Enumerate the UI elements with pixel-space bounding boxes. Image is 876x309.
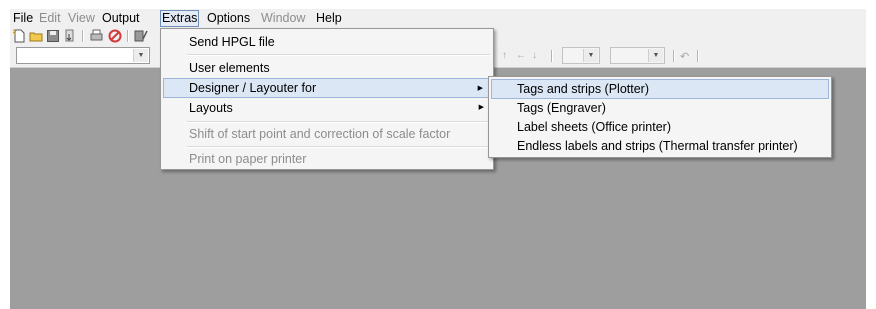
- font-combo[interactable]: ▼: [16, 47, 150, 64]
- menu-item-label: Designer / Layouter for: [189, 81, 317, 95]
- new-file-icon[interactable]: [12, 29, 26, 43]
- menu-item-send-hpgl[interactable]: Send HPGL file: [163, 32, 491, 52]
- arrow-up-icon[interactable]: ↑: [502, 50, 507, 61]
- save-icon[interactable]: [46, 29, 60, 43]
- undo-icon[interactable]: ↶: [680, 50, 689, 63]
- toolbar-separator: [82, 30, 84, 42]
- menu-separator: [187, 121, 490, 123]
- menu-item-label: Layouts: [189, 101, 233, 115]
- menu-item-designer-layouter[interactable]: Designer / Layouter for ▶: [163, 78, 491, 98]
- stop-icon[interactable]: [108, 29, 122, 43]
- menu-extras[interactable]: Extras: [160, 10, 200, 27]
- style-combo[interactable]: ▼: [610, 47, 665, 64]
- menu-file[interactable]: File: [13, 11, 33, 26]
- designer-submenu: Tags and strips (Plotter) Tags (Engraver…: [488, 76, 832, 158]
- menu-bar: File Edit View Output Extras Options Win…: [10, 9, 866, 28]
- toolbar-separator: [673, 50, 675, 62]
- chevron-down-icon[interactable]: ▼: [583, 49, 598, 62]
- menu-separator: [187, 146, 490, 148]
- import-icon[interactable]: [63, 29, 77, 43]
- submenu-item-endless-labels[interactable]: Endless labels and strips (Thermal trans…: [491, 136, 829, 156]
- size-combo[interactable]: ▼: [562, 47, 600, 64]
- menu-view[interactable]: View: [68, 11, 95, 26]
- edit-icon[interactable]: [134, 29, 148, 43]
- menu-item-shift-start-point[interactable]: Shift of start point and correction of s…: [163, 124, 491, 144]
- chevron-down-icon[interactable]: ▼: [133, 49, 148, 62]
- submenu-arrow-icon: ▶: [478, 104, 484, 111]
- extras-menu: Send HPGL file User elements Designer / …: [160, 28, 494, 170]
- arrow-left-icon[interactable]: ←: [516, 50, 526, 61]
- menu-help[interactable]: Help: [316, 11, 342, 26]
- arrow-down-icon[interactable]: ↓: [532, 50, 537, 61]
- menu-separator: [187, 54, 490, 56]
- menu-options[interactable]: Options: [207, 11, 250, 26]
- submenu-item-label-sheets[interactable]: Label sheets (Office printer): [491, 117, 829, 137]
- chevron-down-icon[interactable]: ▼: [648, 49, 663, 62]
- toolbar-separator: [697, 50, 699, 62]
- menu-output[interactable]: Output: [102, 11, 140, 26]
- menu-item-layouts[interactable]: Layouts ▶: [163, 98, 491, 118]
- open-folder-icon[interactable]: [29, 29, 43, 43]
- menu-edit[interactable]: Edit: [39, 11, 61, 26]
- submenu-item-tags-strips-plotter[interactable]: Tags and strips (Plotter): [491, 79, 829, 99]
- toolbar-separator: [127, 30, 129, 42]
- menu-item-user-elements[interactable]: User elements: [163, 58, 491, 78]
- toolbar-separator: [551, 50, 553, 62]
- menu-window[interactable]: Window: [261, 11, 305, 26]
- menu-item-print-paper[interactable]: Print on paper printer: [163, 149, 491, 169]
- submenu-arrow-icon: ▶: [477, 85, 483, 92]
- print-preview-icon[interactable]: [90, 29, 104, 43]
- submenu-item-tags-engraver[interactable]: Tags (Engraver): [491, 98, 829, 118]
